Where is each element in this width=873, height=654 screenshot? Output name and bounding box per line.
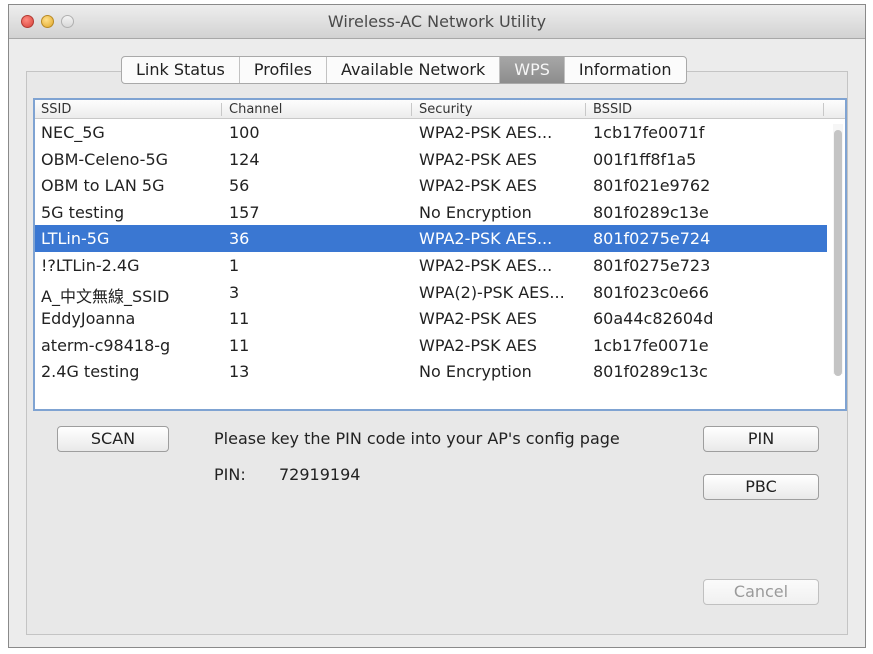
column-channel[interactable]: Channel [229,102,282,117]
cell-channel: 11 [229,309,250,329]
cell-security: WPA2-PSK AES... [419,229,553,249]
cell-ssid: LTLin-5G [41,229,110,249]
cell-security: WPA2-PSK AES [419,309,537,329]
cell-ssid: !?LTLin-2.4G [41,255,140,275]
list-scrollbar-thumb[interactable] [834,130,842,376]
table-row[interactable]: NEC_5G 100 WPA2-PSK AES... 1cb17fe0071f [35,119,827,146]
cell-security: WPA2-PSK AES [419,335,537,355]
table-row[interactable]: 2.4G testing 13 No Encryption 801f0289c1… [35,358,827,385]
utility-window: Wireless-AC Network Utility Link Status … [8,4,866,648]
column-bssid[interactable]: BSSID [593,102,632,117]
cell-security: WPA2-PSK AES [419,149,537,169]
cell-bssid: 1cb17fe0071f [593,123,705,142]
cell-channel: 36 [229,229,250,249]
cell-ssid: EddyJoanna [41,309,136,329]
cell-security: No Encryption [419,362,532,382]
column-header: SSID Channel Security BSSID [35,100,845,119]
network-list[interactable]: SSID Channel Security BSSID NEC_5G 100 W… [33,98,847,411]
cell-channel: 3 [229,282,240,302]
cell-ssid: OBM-Celeno-5G [41,149,169,169]
cell-bssid: 801f0289c13e [593,202,709,222]
pbc-button[interactable]: PBC [703,474,819,500]
pin-button[interactable]: PIN [703,426,819,452]
cell-bssid: 1cb17fe0071e [593,335,709,355]
cell-channel: 13 [229,362,250,382]
cell-security: No Encryption [419,202,532,222]
cell-bssid: 801f0289c13c [593,362,708,382]
scan-button[interactable]: SCAN [57,426,169,452]
cancel-button: Cancel [703,579,819,605]
table-row[interactable]: 5G testing 157 No Encryption 801f0289c13… [35,199,827,226]
table-row[interactable]: OBM-Celeno-5G 124 WPA2-PSK AES 001f1ff8f… [35,146,827,173]
tab-available-network[interactable]: Available Network [327,57,501,83]
window-title: Wireless-AC Network Utility [327,12,547,31]
cell-channel: 100 [229,123,260,142]
tab-wps[interactable]: WPS [500,57,565,83]
column-security[interactable]: Security [419,102,472,117]
cell-ssid: aterm-c98418-g [41,335,171,355]
cell-channel: 56 [229,176,250,196]
cell-bssid: 801f0275e723 [593,255,711,275]
table-row[interactable]: A_中文無線_SSID 3 WPA(2)-PSK AES... 801f023c… [35,279,827,306]
table-row[interactable]: EddyJoanna 11 WPA2-PSK AES 60a44c82604d [35,305,827,332]
cell-security: WPA2-PSK AES... [419,123,553,142]
cell-ssid: OBM to LAN 5G [41,176,165,196]
cell-channel: 11 [229,335,250,355]
tab-link-status[interactable]: Link Status [122,57,240,83]
title-bar: Wireless-AC Network Utility [9,5,865,39]
table-row-selected[interactable]: LTLin-5G 36 WPA2-PSK AES... 801f0275e724 [35,225,827,252]
cell-security: WPA2-PSK AES... [419,255,553,275]
network-rows: NEC_5G 100 WPA2-PSK AES... 1cb17fe0071f … [35,119,827,385]
tab-information[interactable]: Information [565,57,686,83]
cell-ssid: A_中文無線_SSID [41,286,170,306]
column-ssid[interactable]: SSID [41,102,71,117]
tab-bar: Link Status Profiles Available Network W… [121,56,687,84]
table-row[interactable]: OBM to LAN 5G 56 WPA2-PSK AES 801f021e97… [35,172,827,199]
cell-channel: 1 [229,255,240,275]
cell-security: WPA(2)-PSK AES... [419,282,565,302]
cell-channel: 157 [229,202,260,222]
pin-instruction: Please key the PIN code into your AP's c… [214,429,620,448]
cell-ssid: NEC_5G [41,123,105,142]
tab-profiles[interactable]: Profiles [240,57,327,83]
table-row[interactable]: !?LTLin-2.4G 1 WPA2-PSK AES... 801f0275e… [35,252,827,279]
cell-security: WPA2-PSK AES [419,176,537,196]
pin-value: 72919194 [279,465,361,484]
cell-bssid: 801f023c0e66 [593,282,709,302]
table-row[interactable]: aterm-c98418-g 11 WPA2-PSK AES 1cb17fe00… [35,332,827,359]
cell-bssid: 801f021e9762 [593,176,711,196]
pin-label: PIN: [214,465,246,484]
cell-ssid: 5G testing [41,202,125,222]
cell-ssid: 2.4G testing [41,362,140,382]
cell-channel: 124 [229,149,260,169]
cell-bssid: 001f1ff8f1a5 [593,149,697,169]
cell-bssid: 801f0275e724 [593,229,711,249]
cell-bssid: 60a44c82604d [593,309,714,329]
